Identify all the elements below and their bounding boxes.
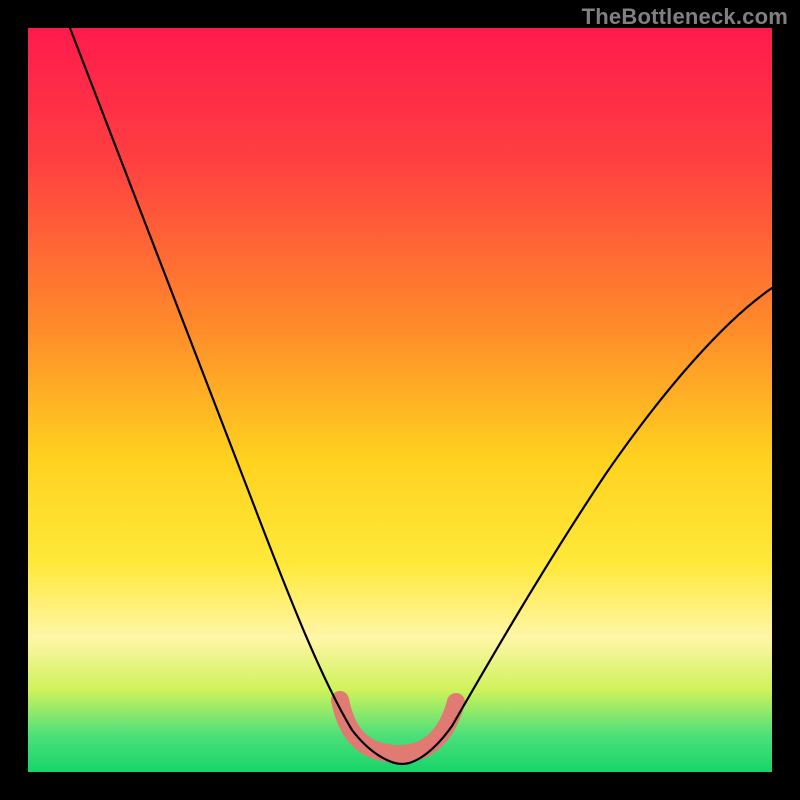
chart-stage: TheBottleneck.com — [0, 0, 800, 800]
bottleneck-chart — [0, 0, 800, 800]
watermark-text: TheBottleneck.com — [582, 6, 788, 28]
